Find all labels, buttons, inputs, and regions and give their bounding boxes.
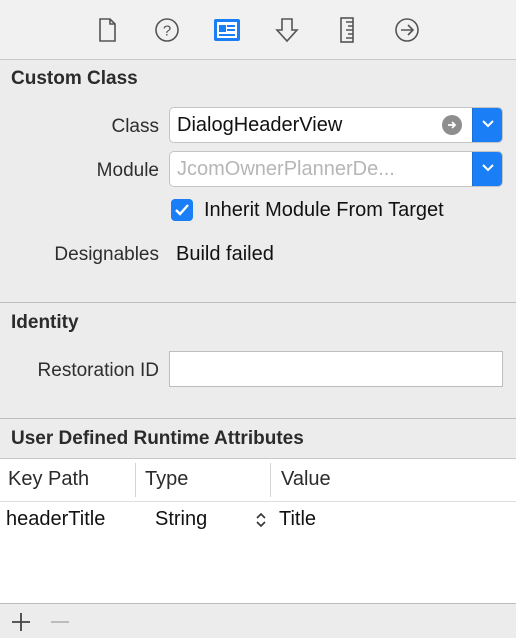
plus-icon[interactable]: [9, 610, 33, 634]
type-cell[interactable]: String: [155, 508, 207, 531]
runtime-attributes-table: Key Path Type Value headerTitle String T…: [0, 458, 516, 603]
column-header-key-path[interactable]: Key Path: [8, 459, 89, 501]
table-header-divider: [0, 501, 516, 502]
column-separator[interactable]: [135, 463, 136, 497]
chevron-down-icon[interactable]: [472, 108, 502, 142]
section-divider: [0, 418, 516, 419]
restoration-id-field[interactable]: [169, 351, 503, 387]
column-separator[interactable]: [270, 463, 271, 497]
add-remove-bar: [0, 603, 516, 638]
size-inspector-icon[interactable]: [332, 15, 362, 45]
go-to-class-icon[interactable]: [442, 115, 462, 135]
value-cell[interactable]: Title: [279, 508, 316, 531]
attributes-inspector-icon[interactable]: [272, 15, 302, 45]
class-value[interactable]: DialogHeaderView: [177, 114, 342, 137]
identity-inspector-icon[interactable]: [212, 15, 242, 45]
custom-class-title: Custom Class: [11, 68, 138, 89]
inherit-module-checkbox[interactable]: [171, 199, 193, 221]
class-combobox[interactable]: DialogHeaderView: [169, 107, 503, 143]
module-value[interactable]: JcomOwnerPlannerDe...: [177, 158, 395, 181]
column-header-value[interactable]: Value: [281, 459, 331, 501]
minus-icon[interactable]: [48, 610, 72, 634]
class-label: Class: [111, 116, 159, 137]
file-inspector-icon[interactable]: [92, 15, 122, 45]
connections-inspector-icon[interactable]: [392, 15, 422, 45]
key-path-cell[interactable]: headerTitle: [6, 508, 105, 531]
designables-label: Designables: [54, 244, 159, 265]
inherit-module-label[interactable]: Inherit Module From Target: [204, 199, 444, 222]
restoration-id-label: Restoration ID: [37, 360, 159, 381]
designables-value: Build failed: [176, 243, 274, 265]
module-combobox[interactable]: JcomOwnerPlannerDe...: [169, 151, 503, 187]
quick-help-icon[interactable]: ?: [152, 15, 182, 45]
chevron-down-icon[interactable]: [472, 152, 502, 186]
runtime-attributes-title: User Defined Runtime Attributes: [11, 428, 304, 449]
inspector-toolbar: ?: [0, 0, 516, 60]
section-divider: [0, 302, 516, 303]
module-label: Module: [96, 160, 159, 181]
identity-title: Identity: [11, 312, 79, 333]
stepper-updown-icon[interactable]: [254, 510, 268, 535]
column-header-type[interactable]: Type: [145, 459, 188, 501]
svg-text:?: ?: [163, 23, 171, 40]
